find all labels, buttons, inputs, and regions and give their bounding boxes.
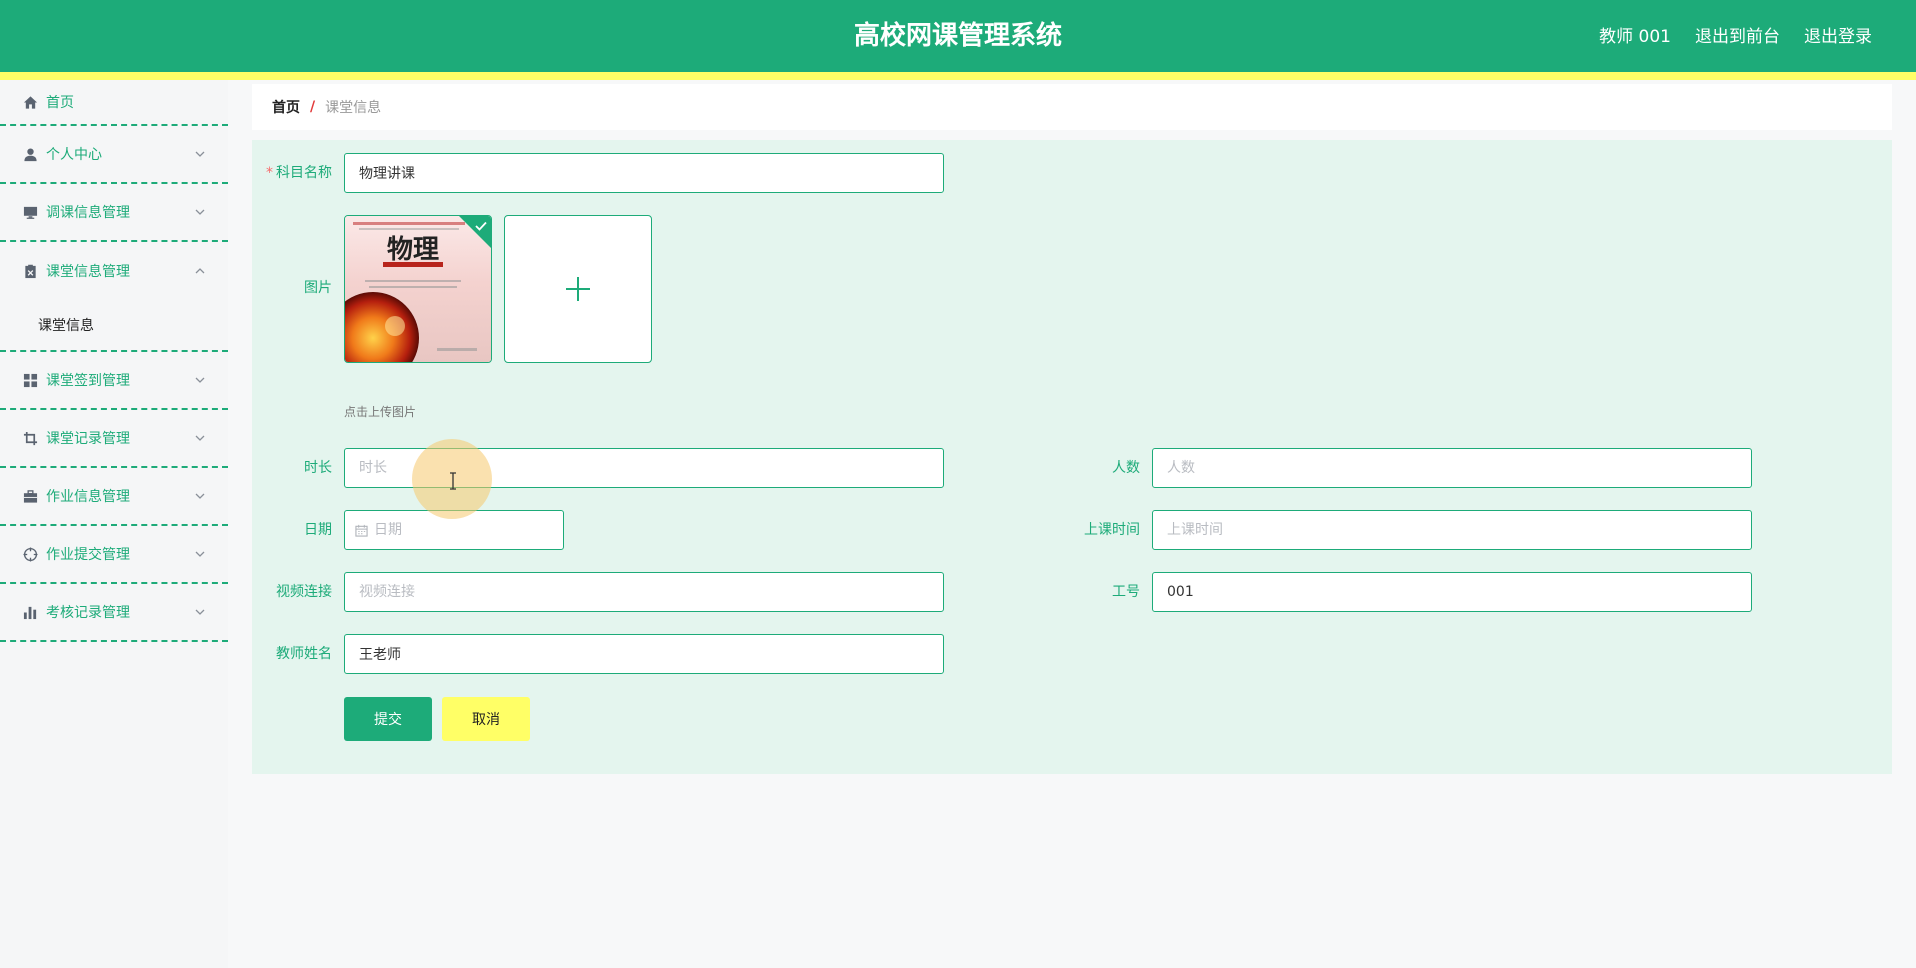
sidebar-item-label: 课堂签到管理	[46, 373, 130, 389]
sidebar-item-label: 作业信息管理	[46, 489, 130, 505]
chevron-down-icon	[195, 551, 205, 557]
image-label: 图片	[304, 280, 332, 296]
video-link-label: 视频连接	[276, 584, 332, 600]
header-accent-stripe	[0, 72, 1916, 80]
user-icon	[22, 146, 38, 162]
physics-book-cover-image: 物理	[345, 216, 491, 362]
sidebar-item-homework-info[interactable]: 作业信息管理	[0, 468, 228, 526]
header-links: 教师 001 退出到前台 退出登录	[1575, 24, 1872, 50]
briefcase-icon	[22, 488, 38, 504]
sidebar-item-label: 课堂信息管理	[46, 264, 130, 280]
breadcrumb-current: 课堂信息	[325, 100, 382, 116]
date-label: 日期	[304, 522, 332, 538]
home-icon	[22, 94, 38, 110]
date-picker[interactable]	[344, 510, 564, 550]
chevron-down-icon	[195, 609, 205, 615]
text-cursor-icon	[450, 472, 456, 490]
sidebar-item-label: 首页	[46, 95, 74, 111]
sidebar-item-class-info-mgmt[interactable]: 课堂信息管理	[0, 242, 228, 300]
calendar-icon	[355, 524, 368, 537]
monitor-icon	[22, 204, 38, 220]
exit-to-front-link[interactable]: 退出到前台	[1695, 24, 1780, 50]
subject-label: * 科目名称	[266, 165, 332, 181]
image-upload-button[interactable]	[504, 215, 652, 363]
sidebar-item-assessment-records[interactable]: 考核记录管理	[0, 584, 228, 642]
bar-chart-icon	[22, 604, 38, 620]
sidebar-subitem-label: 课堂信息	[38, 318, 94, 334]
check-icon	[475, 221, 487, 231]
logout-link[interactable]: 退出登录	[1804, 24, 1872, 50]
sidebar-item-label: 考核记录管理	[46, 605, 130, 621]
sidebar-item-class-checkin[interactable]: 课堂签到管理	[0, 352, 228, 410]
sidebar-item-homework-submit[interactable]: 作业提交管理	[0, 526, 228, 584]
sidebar-item-home[interactable]: 首页	[0, 80, 228, 126]
grid-icon	[22, 372, 38, 388]
class-time-label: 上课时间	[1084, 522, 1140, 538]
chevron-down-icon	[195, 209, 205, 215]
staff-id-label: 工号	[1112, 584, 1140, 600]
staff-id-input[interactable]	[1152, 572, 1752, 612]
sidebar-item-label: 个人中心	[46, 147, 102, 163]
top-header: 高校网课管理系统 教师 001 退出到前台 退出登录	[0, 0, 1916, 72]
sidebar-item-label: 课堂记录管理	[46, 431, 130, 447]
required-mark: *	[266, 165, 273, 181]
breadcrumb-separator: /	[310, 99, 316, 115]
sidebar-item-label: 调课信息管理	[46, 205, 130, 221]
chevron-down-icon	[195, 435, 205, 441]
chevron-up-icon	[195, 268, 205, 274]
teacher-name-label: 教师姓名	[276, 646, 332, 662]
sidebar-item-class-records[interactable]: 课堂记录管理	[0, 410, 228, 468]
sidebar-subitem-class-info[interactable]: 课堂信息	[0, 300, 228, 352]
duration-input[interactable]	[344, 448, 944, 488]
book-title-text: 物理	[387, 235, 439, 265]
sidebar-item-personal-center[interactable]: 个人中心	[0, 126, 228, 184]
chevron-down-icon	[195, 493, 205, 499]
teacher-name-input[interactable]	[344, 634, 944, 674]
upload-hint-text: 点击上传图片	[344, 405, 417, 419]
uploaded-image-thumbnail[interactable]: 物理	[344, 215, 492, 363]
sidebar: 首页 个人中心 调课信息管理 课堂信息管理 课堂信息 课堂签到管理 课堂记录管理…	[0, 80, 228, 968]
duration-label: 时长	[304, 460, 332, 476]
sidebar-item-course-adjust[interactable]: 调课信息管理	[0, 184, 228, 242]
breadcrumb: 首页 / 课堂信息	[252, 84, 1892, 130]
sidebar-item-label: 作业提交管理	[46, 547, 130, 563]
headcount-label: 人数	[1112, 460, 1140, 476]
submit-button[interactable]: 提交	[344, 697, 432, 741]
breadcrumb-home[interactable]: 首页	[272, 97, 300, 117]
class-time-input[interactable]	[1152, 510, 1752, 550]
cancel-button[interactable]: 取消	[442, 697, 530, 741]
subject-input[interactable]	[344, 153, 944, 193]
crop-icon	[22, 430, 38, 446]
headcount-input[interactable]	[1152, 448, 1752, 488]
clipboard-icon	[22, 263, 38, 279]
date-input[interactable]	[374, 512, 534, 548]
video-link-input[interactable]	[344, 572, 944, 612]
plus-icon	[566, 277, 590, 301]
target-icon	[22, 546, 38, 562]
current-user-label: 教师 001	[1599, 27, 1671, 47]
chevron-down-icon	[195, 377, 205, 383]
class-info-form: *科目名称 图片 物理	[252, 140, 1892, 774]
chevron-down-icon	[195, 151, 205, 157]
